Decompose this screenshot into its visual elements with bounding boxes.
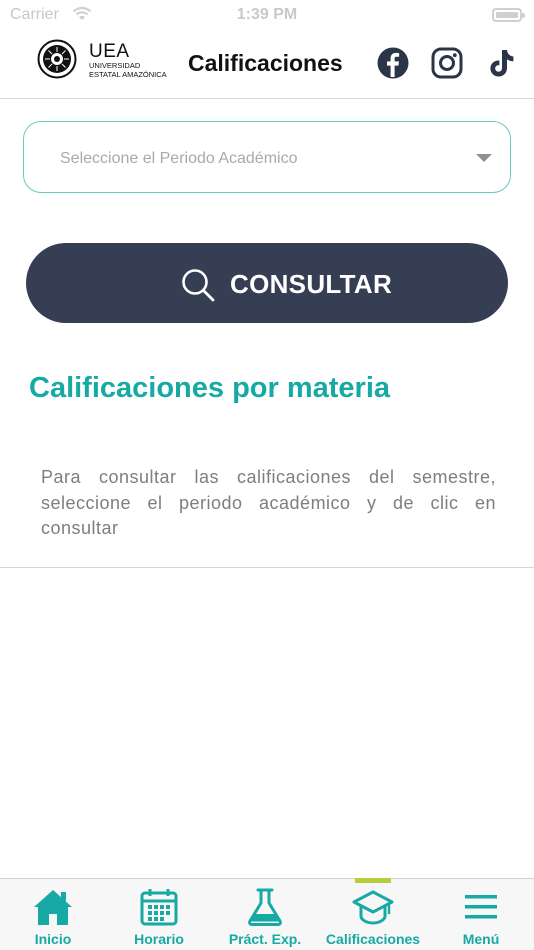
status-time: 1:39 PM [236, 6, 298, 23]
page-title: Calificaciones [188, 50, 343, 76]
status-bar: Carrier 1:39 PM [0, 0, 534, 30]
hamburger-menu-icon [465, 895, 497, 919]
logo-line-2: ESTATAL AMAZÓNICA [89, 70, 167, 79]
consult-button[interactable]: CONSULTAR [26, 243, 508, 323]
divider [0, 567, 534, 568]
consult-button-label: CONSULTAR [230, 269, 393, 299]
app-header: UEA UNIVERSIDAD ESTATAL AMAZÓNICA Califi… [0, 30, 534, 99]
logo-abbreviation: UEA [89, 41, 130, 62]
nav-item-practicas[interactable]: Práct. Exp. [212, 879, 318, 950]
nav-item-menu[interactable]: Menú [428, 879, 534, 950]
chevron-down-icon [476, 154, 492, 162]
logo-line-1: UNIVERSIDAD [89, 61, 141, 70]
nav-item-calificaciones[interactable]: Calificaciones [318, 878, 428, 950]
graduation-cap-icon [352, 890, 394, 925]
nav-label-horario: Horario [134, 931, 184, 947]
home-icon [34, 890, 72, 925]
nav-label-practicas: Práct. Exp. [228, 931, 302, 947]
nav-item-horario[interactable]: Horario [106, 879, 212, 950]
info-message: Para consultar las calificaciones del se… [41, 467, 496, 538]
calendar-icon [140, 889, 178, 926]
period-select[interactable]: Seleccione el Periodo Académico [23, 121, 511, 193]
nav-label-calificaciones: Calificaciones [325, 931, 421, 947]
bottom-navigation: Inicio Horario Práct. Exp. Calificacione… [0, 878, 534, 950]
university-seal-icon [37, 39, 77, 79]
nav-label-menu: Menú [462, 931, 500, 947]
facebook-icon[interactable] [376, 46, 410, 80]
flask-icon [248, 888, 282, 926]
nav-label-inicio: Inicio [34, 931, 72, 947]
nav-item-inicio[interactable]: Inicio [0, 879, 106, 950]
tiktok-icon[interactable] [484, 46, 518, 80]
university-logo: UEA UNIVERSIDAD ESTATAL AMAZÓNICA [37, 39, 177, 81]
search-icon [182, 269, 215, 302]
period-select-placeholder: Seleccione el Periodo Académico [60, 150, 298, 167]
battery-icon [492, 8, 525, 22]
section-title: Calificaciones por materia [29, 372, 391, 404]
instagram-icon[interactable] [430, 46, 464, 80]
active-tab-indicator [355, 878, 391, 883]
